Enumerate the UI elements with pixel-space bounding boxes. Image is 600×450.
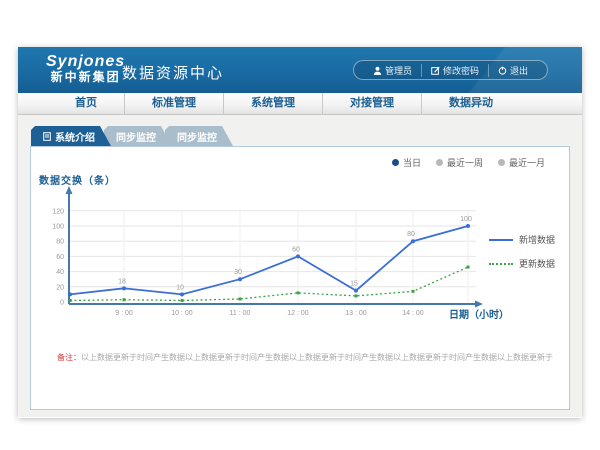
tab-sync-monitor-2[interactable]: 同步监控 <box>165 126 233 146</box>
edit-icon <box>431 66 440 75</box>
svg-text:15: 15 <box>350 281 358 288</box>
main-nav: 首页 标准管理 系统管理 对接管理 数据异动 <box>18 93 582 115</box>
svg-text:0: 0 <box>60 300 64 307</box>
svg-text:100: 100 <box>460 216 472 223</box>
legend-item-updated-data: 更新数据 <box>489 257 555 270</box>
svg-text:100: 100 <box>52 224 64 231</box>
app-window: Synjones 新中新集团 数据资源中心 管理员 修改密码 <box>18 47 582 418</box>
nav-item-home[interactable]: 首页 <box>48 93 124 114</box>
tab-label: 同步监控 <box>116 129 156 144</box>
svg-text:12 : 00: 12 : 00 <box>287 310 309 317</box>
page-title: 数据资源中心 <box>122 62 224 83</box>
svg-text:13 : 00: 13 : 00 <box>345 310 367 317</box>
nav-item-integration-mgmt[interactable]: 对接管理 <box>322 93 421 114</box>
tab-system-intro[interactable]: 系统介绍 <box>31 126 111 146</box>
nav-item-data-changes[interactable]: 数据异动 <box>421 93 520 114</box>
svg-text:10 : 00: 10 : 00 <box>171 310 193 317</box>
content-area: 系统介绍 同步监控 同步监控 当日 最近一周 <box>18 115 582 417</box>
nav-item-standard-mgmt[interactable]: 标准管理 <box>124 93 223 114</box>
svg-text:10: 10 <box>176 284 184 291</box>
tab-label: 系统介绍 <box>55 129 95 144</box>
svg-text:40: 40 <box>56 269 64 276</box>
company-logo: Synjones 新中新集团 <box>46 53 125 84</box>
tab-sync-monitor-1[interactable]: 同步监控 <box>104 126 172 146</box>
tab-label: 同步监控 <box>177 129 217 144</box>
document-icon <box>43 132 51 141</box>
logout-label: 退出 <box>510 64 528 77</box>
current-user-label: 管理员 <box>385 64 412 77</box>
logout-button[interactable]: 退出 <box>488 64 537 77</box>
current-user-button[interactable]: 管理员 <box>364 64 421 77</box>
svg-text:120: 120 <box>52 208 64 215</box>
solid-line-icon <box>489 239 513 241</box>
header-action-bar: 管理员 修改密码 退出 <box>353 60 548 80</box>
chart-legend: 新增数据 更新数据 <box>489 233 555 270</box>
change-password-button[interactable]: 修改密码 <box>421 64 488 77</box>
footnote-text: 以上数据更新于时间产生数据以上数据更新于时间产生数据以上数据更新于时间产生数据以… <box>81 353 553 362</box>
svg-text:20: 20 <box>56 284 64 291</box>
logo-company-name: 新中新集团 <box>46 71 125 84</box>
footnote: 备注：以上数据更新于时间产生数据以上数据更新于时间产生数据以上数据更新于时间产生… <box>57 352 557 363</box>
svg-text:9 : 00: 9 : 00 <box>115 310 133 317</box>
legend-label: 新增数据 <box>519 233 555 246</box>
svg-text:30: 30 <box>234 269 242 276</box>
power-icon <box>498 66 507 75</box>
svg-text:11 : 00: 11 : 00 <box>230 310 251 317</box>
chart-panel: 当日 最近一周 最近一月 数据交换（条） 0204060801001209 : … <box>30 146 570 410</box>
header: Synjones 新中新集团 数据资源中心 管理员 修改密码 <box>18 47 582 93</box>
legend-label: 更新数据 <box>519 257 555 270</box>
nav-item-system-mgmt[interactable]: 系统管理 <box>223 93 322 114</box>
dotted-line-icon <box>489 263 513 265</box>
logo-wordmark: Synjones <box>46 53 125 71</box>
svg-text:60: 60 <box>292 246 300 253</box>
legend-item-new-data: 新增数据 <box>489 233 555 246</box>
user-icon <box>373 66 382 75</box>
svg-text:60: 60 <box>56 254 64 261</box>
svg-text:80: 80 <box>407 231 415 238</box>
svg-text:80: 80 <box>56 239 64 246</box>
tab-bar: 系统介绍 同步监控 同步监控 <box>31 126 233 146</box>
footnote-prefix: 备注： <box>57 353 81 362</box>
svg-text:14 : 00: 14 : 00 <box>402 310 424 317</box>
change-password-label: 修改密码 <box>443 64 479 77</box>
svg-text:18: 18 <box>118 278 126 285</box>
x-axis-title: 日期（小时） <box>449 306 509 321</box>
